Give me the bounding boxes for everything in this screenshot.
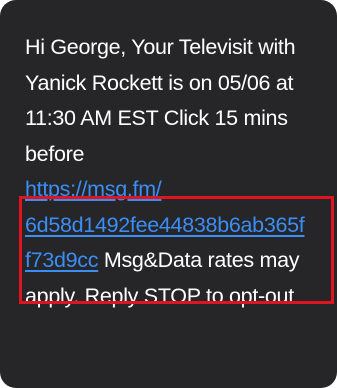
message-line: Hi George, Your Televisit with xyxy=(25,35,296,59)
link-text-line[interactable]: f73d9cc xyxy=(25,248,99,272)
message-line: 11:30 AM EST Click 15 mins xyxy=(25,106,288,130)
message-line: apply. Reply STOP to opt-out xyxy=(25,283,294,308)
message-bubble: Hi George, Your Televisit with Yanick Ro… xyxy=(0,0,337,388)
message-line: Yanick Rockett is on 05/06 at xyxy=(25,70,294,95)
link-text-line[interactable]: https://msg.fm/ xyxy=(25,177,162,201)
message-line: Msg&Data rates may xyxy=(98,248,300,272)
link-text-line[interactable]: 6d58d1492fee44838b6ab365f xyxy=(25,213,305,237)
message-text: Hi George, Your Televisit with Yanick Ro… xyxy=(25,30,337,314)
message-line: before xyxy=(25,141,85,166)
